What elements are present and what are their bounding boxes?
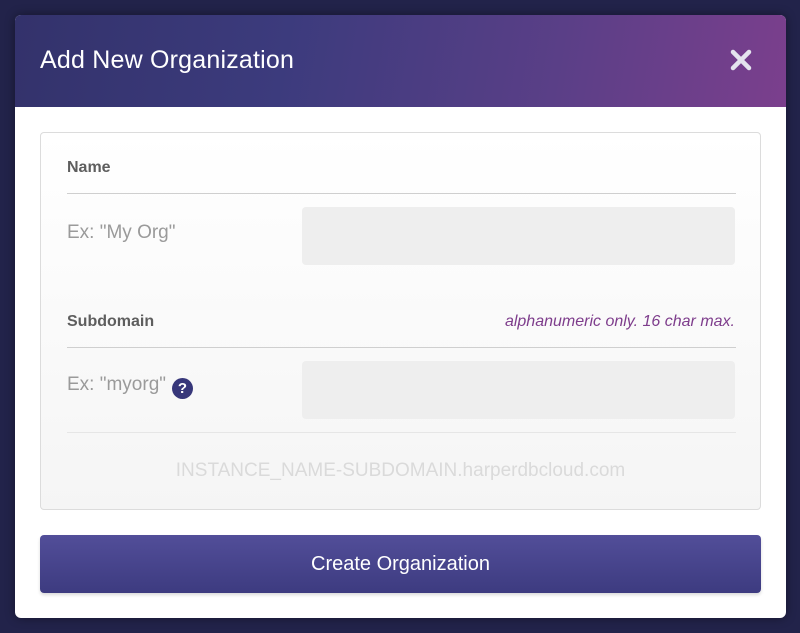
modal-header: Add New Organization [15, 15, 786, 107]
name-section-label: Name [67, 159, 111, 176]
organization-form-card: Name Ex: "My Org" Subdomain alphanumeric… [40, 132, 761, 510]
preview-divider [67, 432, 736, 433]
create-organization-button[interactable]: Create Organization [40, 535, 761, 593]
name-example-label: Ex: "My Org" [67, 222, 176, 243]
question-circle-icon[interactable]: ? [172, 378, 194, 399]
subdomain-section-label: Subdomain [67, 313, 155, 330]
modal-title: Add New Organization [40, 46, 295, 74]
name-divider [67, 193, 736, 194]
url-preview: INSTANCE_NAME-SUBDOMAIN.harperdbcloud.co… [175, 460, 626, 481]
subdomain-example-row: Ex: "myorg"? [67, 374, 194, 399]
subdomain-divider [67, 347, 736, 348]
subdomain-example-label: Ex: "myorg" [67, 374, 167, 395]
subdomain-hint: alphanumeric only. 16 char max. [504, 313, 735, 330]
subdomain-input[interactable] [302, 361, 735, 419]
close-button[interactable] [726, 45, 756, 75]
name-input[interactable] [302, 207, 735, 265]
add-organization-modal: Add New Organization Name Ex: "My Org" S… [15, 15, 786, 618]
close-icon [730, 49, 752, 71]
